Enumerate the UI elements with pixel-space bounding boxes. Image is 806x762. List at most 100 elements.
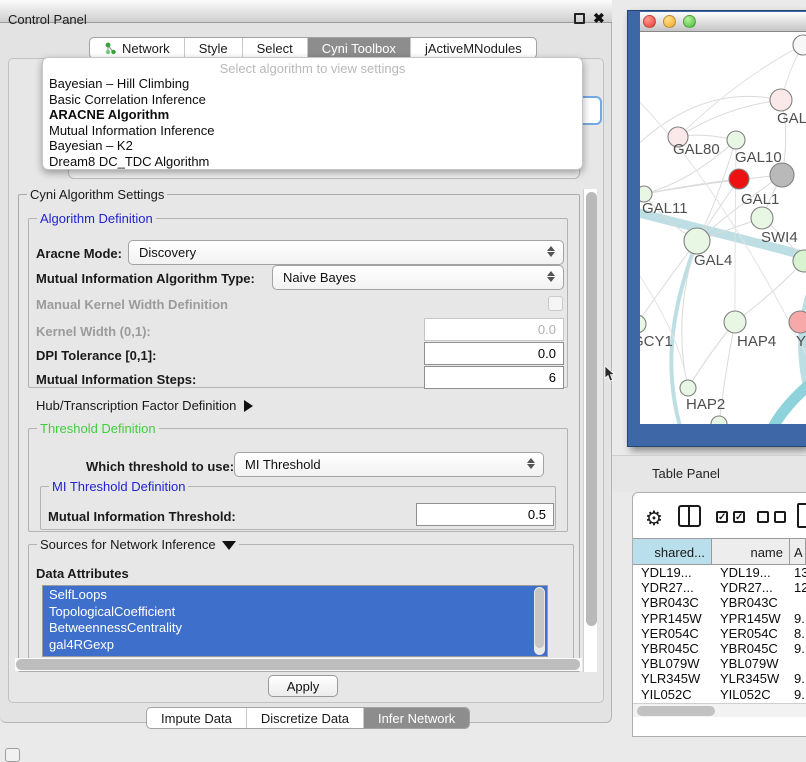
algorithm-option[interactable]: ARACNE Algorithm bbox=[43, 107, 582, 123]
table-cell: YBR045C bbox=[633, 641, 712, 656]
tab-cyni-toolbox[interactable]: Cyni Toolbox bbox=[308, 38, 411, 58]
node-label: Y bbox=[796, 333, 806, 350]
network-edge bbox=[640, 262, 688, 388]
network-node-gcy1[interactable] bbox=[640, 315, 646, 333]
sources-group-title[interactable]: Sources for Network Inference bbox=[37, 537, 239, 552]
table-header-row: shared... name A bbox=[633, 538, 806, 565]
mac-minimize-icon[interactable] bbox=[663, 15, 676, 28]
column-header-partial[interactable]: A bbox=[790, 539, 806, 564]
which-threshold-label: Which threshold to use: bbox=[86, 459, 234, 474]
apply-button[interactable]: Apply bbox=[268, 675, 338, 697]
table-cell: YIL052C bbox=[712, 687, 790, 702]
control-panel-titlebar bbox=[0, 0, 612, 23]
kernel-width-field[interactable]: 0.0 bbox=[424, 318, 564, 341]
network-edge bbox=[688, 322, 735, 388]
deselect-all-icon[interactable] bbox=[757, 511, 769, 523]
table-row[interactable]: YBR043CYBR043C bbox=[633, 595, 806, 610]
attribute-item-selected[interactable]: TopologicalCoefficient bbox=[43, 603, 547, 620]
column-header-shared-name[interactable]: shared... bbox=[633, 539, 712, 564]
document-icon[interactable] bbox=[797, 503, 806, 528]
tab-network[interactable]: Network bbox=[90, 38, 185, 58]
gear-icon[interactable]: ⚙ bbox=[645, 506, 663, 531]
network-node[interactable] bbox=[793, 35, 806, 55]
algorithm-option[interactable]: Bayesian – Hill Climbing bbox=[43, 76, 582, 92]
table-row[interactable]: YPR145WYPR145W9. bbox=[633, 611, 806, 626]
attribute-item-selected[interactable]: BetweennessCentrality bbox=[43, 619, 547, 636]
mi-threshold-field[interactable]: 0.5 bbox=[416, 503, 554, 526]
table-cell: YBR045C bbox=[712, 641, 790, 656]
cyni-bottom-tab-bar: Impute DataDiscretize DataInfer Network bbox=[146, 707, 470, 729]
sources-title-label: Sources for Network Inference bbox=[40, 537, 216, 552]
tab-impute-data[interactable]: Impute Data bbox=[147, 708, 247, 728]
algorithm-option[interactable]: Dream8 DC_TDC Algorithm bbox=[43, 154, 582, 170]
column-header-name[interactable]: name bbox=[712, 539, 790, 564]
tab-discretize-data[interactable]: Discretize Data bbox=[247, 708, 364, 728]
attribute-item-selected[interactable]: gal4RGexp bbox=[43, 636, 547, 653]
tab-label: Cyni Toolbox bbox=[322, 41, 396, 56]
mac-close-icon[interactable] bbox=[643, 15, 656, 28]
settings-horizontal-scrollbar[interactable] bbox=[15, 658, 582, 671]
tab-infer-network[interactable]: Infer Network bbox=[364, 708, 469, 728]
attr-list-scrollbar[interactable] bbox=[534, 587, 545, 655]
network-node-gal4[interactable] bbox=[684, 228, 710, 254]
table-horizontal-scrollbar[interactable] bbox=[633, 703, 806, 717]
network-node[interactable] bbox=[729, 169, 749, 189]
table-body: YDL19...YDL19...13YDR27...YDR27...12YBR0… bbox=[633, 565, 806, 702]
node-label: HAP4 bbox=[737, 333, 776, 350]
combo-stepper-icon bbox=[527, 457, 536, 470]
network-node-hap2[interactable] bbox=[680, 380, 696, 396]
hub-definition-label: Hub/Transcription Factor Definition bbox=[36, 398, 236, 413]
network-node-y[interactable] bbox=[789, 311, 806, 333]
which-threshold-combo[interactable]: MI Threshold bbox=[234, 452, 544, 477]
table-row[interactable]: YBL079WYBL079W bbox=[633, 656, 806, 671]
algorithm-option[interactable]: Basic Correlation Inference bbox=[43, 92, 582, 108]
mi-steps-field[interactable]: 6 bbox=[424, 366, 564, 389]
mouse-cursor bbox=[604, 366, 616, 382]
network-canvas[interactable]: GALGAL80GAL10GAL1GAL11SWI4GAL4GCY1HAP4YH… bbox=[640, 32, 806, 424]
tab-select[interactable]: Select bbox=[243, 38, 308, 58]
node-label: GAL11 bbox=[642, 200, 688, 217]
mi-type-combo[interactable]: Naive Bayes bbox=[272, 265, 564, 290]
attr-items: SelfLoopsTopologicalCoefficientBetweenne… bbox=[43, 586, 547, 652]
data-attributes-list[interactable]: SelfLoopsTopologicalCoefficientBetweenne… bbox=[42, 585, 548, 657]
table-row[interactable]: YIL052CYIL052C9. bbox=[633, 687, 806, 702]
mi-type-label: Mutual Information Algorithm Type: bbox=[36, 271, 255, 286]
network-edge bbox=[735, 140, 736, 322]
select-all-checked-icon[interactable]: ✓ bbox=[733, 511, 745, 523]
table-cell: 9. bbox=[790, 687, 806, 702]
network-node-gal[interactable] bbox=[770, 89, 792, 111]
table-row[interactable]: YDR27...YDR27...12 bbox=[633, 580, 806, 595]
panel-grip-icon[interactable] bbox=[5, 748, 20, 762]
attribute-item-selected[interactable]: SelfLoops bbox=[43, 586, 547, 603]
aracne-mode-label: Aracne Mode: bbox=[36, 246, 122, 261]
settings-vertical-scrollbar[interactable] bbox=[583, 189, 597, 672]
float-window-icon[interactable] bbox=[574, 13, 585, 24]
algorithm-option[interactable]: Mutual Information Inference bbox=[43, 123, 582, 139]
mi-threshold-group-title: MI Threshold Definition bbox=[49, 479, 188, 494]
manual-kernel-checkbox[interactable] bbox=[548, 296, 563, 311]
network-node-gal1[interactable] bbox=[751, 207, 773, 229]
split-columns-icon[interactable] bbox=[678, 505, 701, 527]
algorithm-option[interactable]: Bayesian – K2 bbox=[43, 138, 582, 154]
node-label: GCY1 bbox=[640, 333, 673, 350]
network-node-hap4[interactable] bbox=[724, 311, 746, 333]
network-edge bbox=[760, 384, 806, 424]
table-row[interactable]: YDL19...YDL19...13 bbox=[633, 565, 806, 580]
network-node[interactable] bbox=[770, 163, 794, 187]
aracne-mode-combo[interactable]: Discovery bbox=[128, 240, 564, 265]
algorithm-list: Bayesian – Hill ClimbingBasic Correlatio… bbox=[43, 76, 582, 170]
table-row[interactable]: YLR345WYLR345W9. bbox=[633, 671, 806, 686]
tab-style[interactable]: Style bbox=[185, 38, 243, 58]
tab-jactivemnodules[interactable]: jActiveMNodules bbox=[411, 38, 536, 58]
network-node-gal10[interactable] bbox=[727, 131, 745, 149]
table-row[interactable]: YER054CYER054C8. bbox=[633, 626, 806, 641]
select-all-checked-icon[interactable]: ✓ bbox=[716, 511, 728, 523]
dpi-tolerance-field[interactable]: 0.0 bbox=[424, 342, 564, 365]
tab-label: Style bbox=[199, 41, 228, 56]
hub-definition-expander[interactable]: Hub/Transcription Factor Definition bbox=[36, 398, 253, 413]
deselect-all-icon[interactable] bbox=[774, 511, 786, 523]
network-node[interactable] bbox=[711, 416, 727, 424]
close-icon[interactable]: ✖ bbox=[593, 10, 605, 27]
table-row[interactable]: YBR045CYBR045C9. bbox=[633, 641, 806, 656]
mac-zoom-icon[interactable] bbox=[683, 15, 696, 28]
